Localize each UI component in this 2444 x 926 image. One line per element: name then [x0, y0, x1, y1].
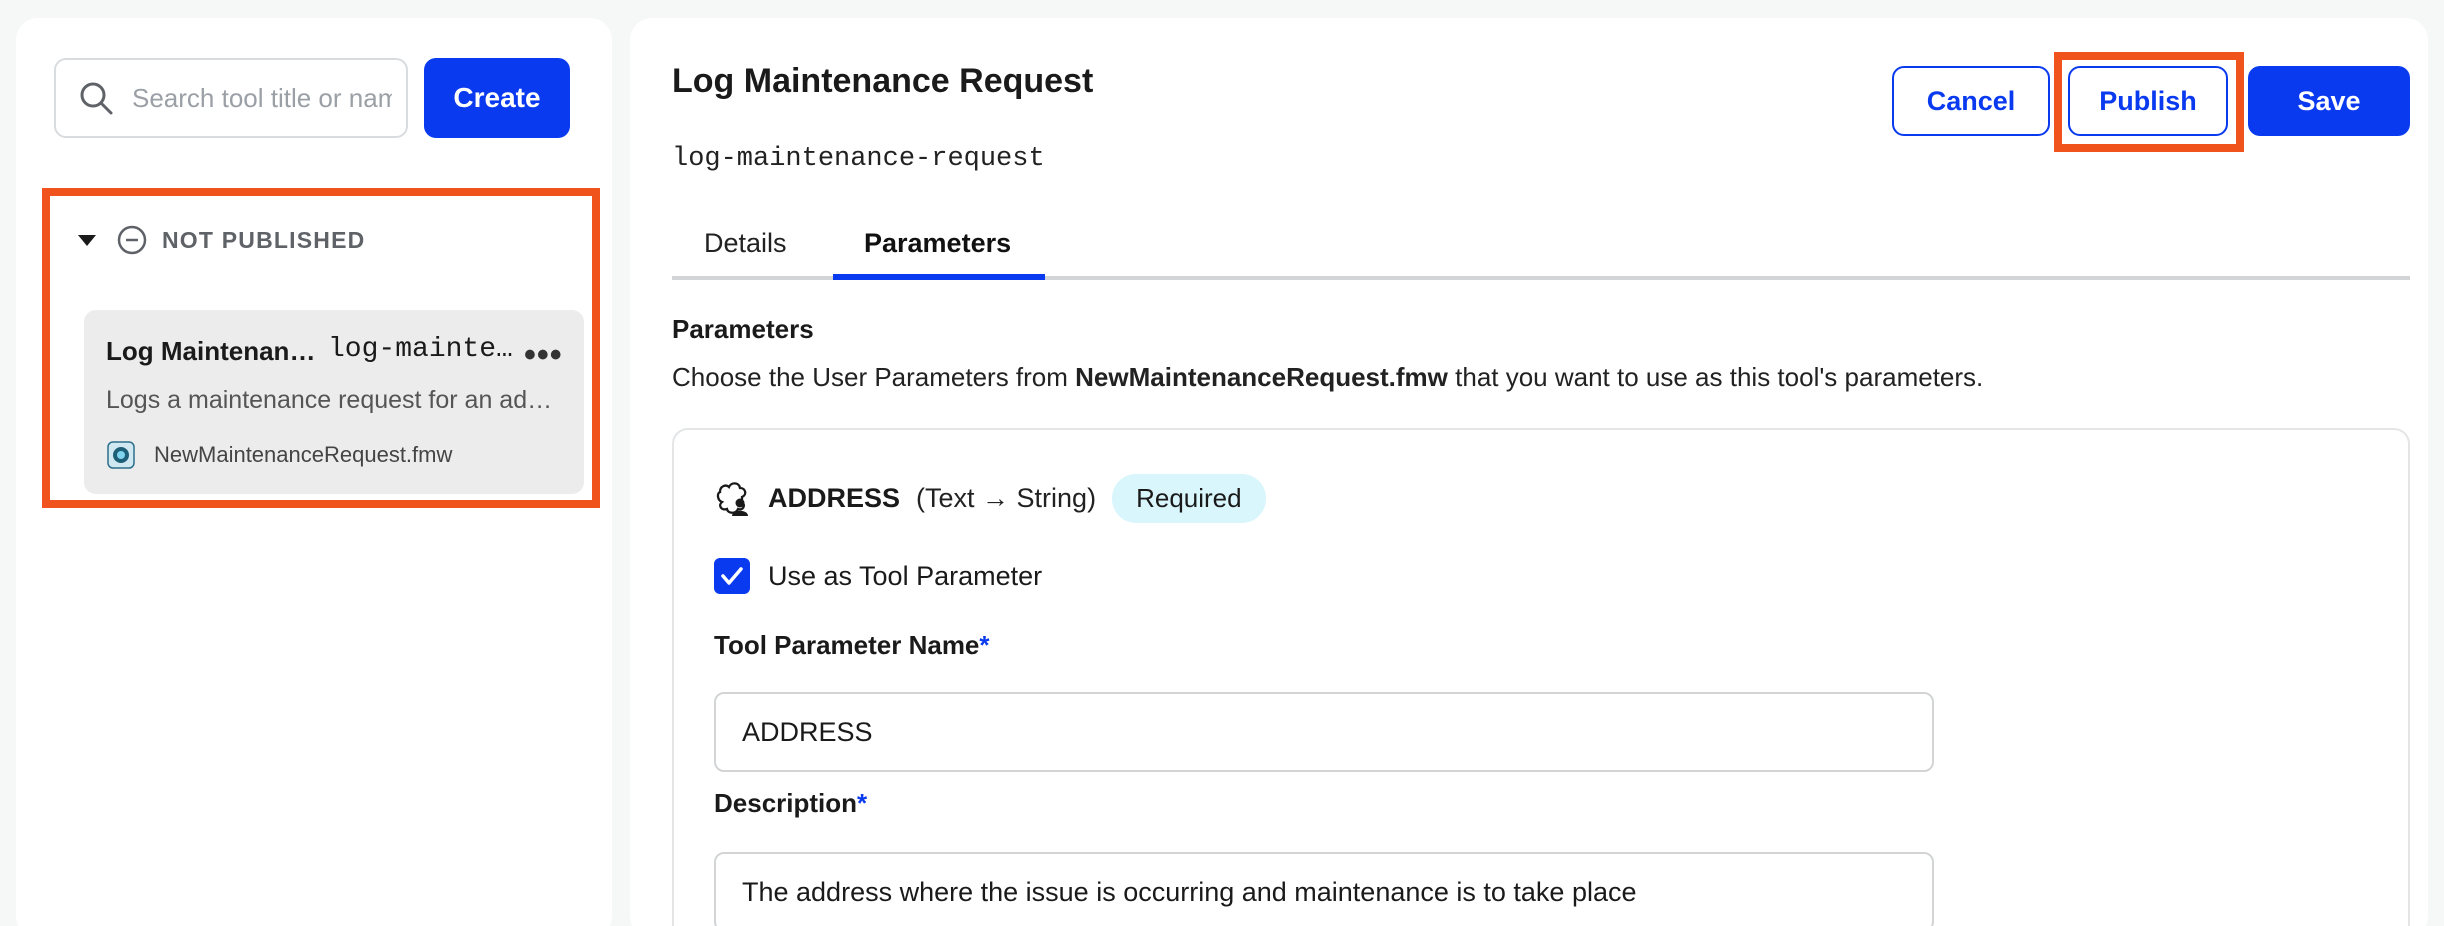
checkmark-icon: [721, 567, 743, 585]
description-label: Description*: [714, 788, 868, 818]
page-slug: log-maintenance-request: [672, 144, 1045, 174]
caret-down-icon[interactable]: [78, 234, 96, 246]
description-input[interactable]: [714, 852, 1934, 926]
parameters-section-title: Parameters: [672, 314, 814, 344]
not-published-group: NOT PUBLISHED Log Maintenance Request lo…: [42, 188, 600, 508]
tool-parameter-name-input[interactable]: [714, 692, 1934, 772]
required-asterisk: *: [857, 788, 868, 818]
tab-parameters[interactable]: Parameters: [864, 228, 1011, 259]
tool-card-slug: log-maintenance-request: [328, 334, 518, 365]
parameter-type: (Text → String): [916, 483, 1097, 513]
tool-editor-panel: Log Maintenance Request log-maintenance-…: [630, 18, 2428, 926]
tab-details[interactable]: Details: [704, 228, 787, 259]
search-input[interactable]: [132, 82, 392, 114]
parameter-card-address: ADDRESS (Text → String) Required Use as …: [672, 428, 2410, 926]
tool-parameter-name-label: Tool Parameter Name*: [714, 630, 990, 660]
tool-card-description: Logs a maintenance request for an addres…: [106, 386, 556, 414]
page-title: Log Maintenance Request: [672, 62, 1094, 100]
use-as-tool-parameter-checkbox[interactable]: [714, 558, 750, 594]
required-badge: Required: [1112, 474, 1266, 523]
use-as-tool-parameter-label: Use as Tool Parameter: [768, 560, 1043, 591]
required-asterisk: *: [979, 630, 990, 660]
tab-bar: Details Parameters: [672, 204, 2410, 280]
search-box[interactable]: [54, 58, 408, 138]
active-tab-indicator: [833, 274, 1045, 280]
parameter-name: ADDRESS: [768, 483, 901, 513]
user-parameter-icon: [716, 481, 748, 516]
minus-circle-icon: [117, 225, 147, 255]
search-icon: [80, 82, 113, 115]
more-options-icon[interactable]: •••: [524, 336, 563, 375]
group-label: NOT PUBLISHED: [162, 226, 366, 253]
group-header[interactable]: NOT PUBLISHED: [78, 220, 365, 260]
tool-card-file-name: NewMaintenanceRequest.fmw: [154, 442, 453, 467]
use-as-tool-parameter-row[interactable]: Use as Tool Parameter: [714, 558, 1042, 594]
create-button[interactable]: Create: [424, 58, 570, 138]
save-button[interactable]: Save: [2248, 66, 2410, 136]
parameters-section-description: Choose the User Parameters from NewMaint…: [672, 362, 1984, 392]
tool-card-title: Log Maintenance Request: [106, 336, 316, 366]
workspace-file-name: NewMaintenanceRequest.fmw: [1075, 362, 1448, 392]
publish-button[interactable]: Publish: [2068, 66, 2228, 136]
tool-list-panel: Create NOT PUBLISHED Log Maintenance Req…: [16, 18, 612, 926]
tool-card-log-maintenance-request[interactable]: Log Maintenance Request log-maintenance-…: [84, 310, 584, 494]
workspace-file-icon: [107, 441, 135, 469]
tool-card-file: NewMaintenanceRequest.fmw: [106, 440, 452, 470]
cancel-button[interactable]: Cancel: [1892, 66, 2050, 136]
parameter-header: ADDRESS (Text → String) Required: [712, 474, 1266, 523]
